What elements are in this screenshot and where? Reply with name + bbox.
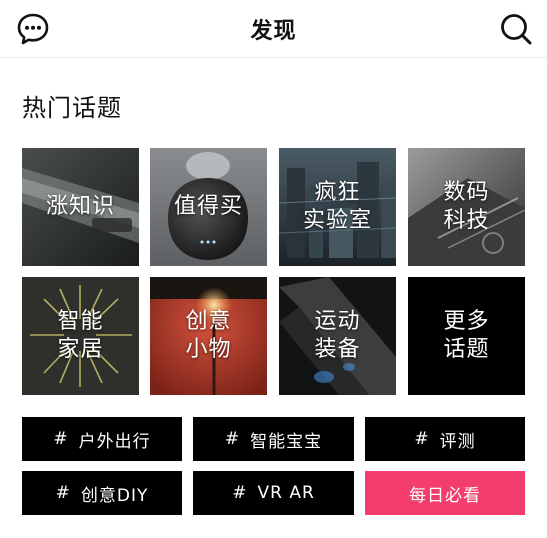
tag-review[interactable]: # 评测 [365,417,525,461]
tag-label: 每日必看 [409,485,481,506]
topic-tile-smart-home[interactable]: 智能 家居 [22,277,139,395]
topic-tile-worth-buying[interactable]: 值得买 [150,148,267,266]
topic-tile-sports-gear[interactable]: 运动 装备 [279,277,396,395]
search-button[interactable] [497,10,535,48]
topic-label: 疯狂 实验室 [302,180,372,233]
topic-tile-crazy-lab[interactable]: 疯狂 实验室 [279,148,396,266]
daily-must-see-button[interactable]: 每日必看 [365,471,525,515]
topic-tile-knowledge[interactable]: 涨知识 [22,148,139,266]
section-title: 热门话题 [22,94,122,122]
topic-label: 运动 装备 [314,309,361,362]
hash-symbol: # [224,429,241,449]
page-title: 发现 [250,19,297,44]
tag-label: 评测 [439,431,476,452]
hash-symbol: # [53,429,69,449]
tag-creative-diy[interactable]: # 创意DIY [22,471,182,515]
tag-label: VR AR [257,483,315,503]
tag-label: 创意DIY [80,485,149,506]
tag-smart-baby[interactable]: # 智能宝宝 [193,417,354,461]
search-icon [501,14,532,45]
hash-symbol: # [232,483,248,503]
topic-label: 数码 科技 [443,180,490,233]
hash-symbol: # [414,429,430,449]
hash-symbol: # [55,483,71,503]
topic-label: 值得买 [173,194,243,219]
tag-vr-ar[interactable]: # VR AR [193,471,354,515]
topic-label: 智能 家居 [57,309,104,362]
topic-label: 更多 话题 [443,309,490,362]
topic-label: 创意 小物 [185,309,232,362]
tag-outdoor-travel[interactable]: # 户外出行 [22,417,182,461]
tag-label: 户外出行 [78,431,151,452]
topic-tile-more[interactable]: 更多 话题 [408,277,525,395]
topic-tile-creative-gadgets[interactable]: 创意 小物 [150,277,267,395]
top-bar: 发现 [0,0,547,58]
topic-tile-digital-tech[interactable]: 数码 科技 [408,148,525,266]
tag-label: 智能宝宝 [250,431,323,452]
topic-label: 涨知识 [45,194,115,219]
